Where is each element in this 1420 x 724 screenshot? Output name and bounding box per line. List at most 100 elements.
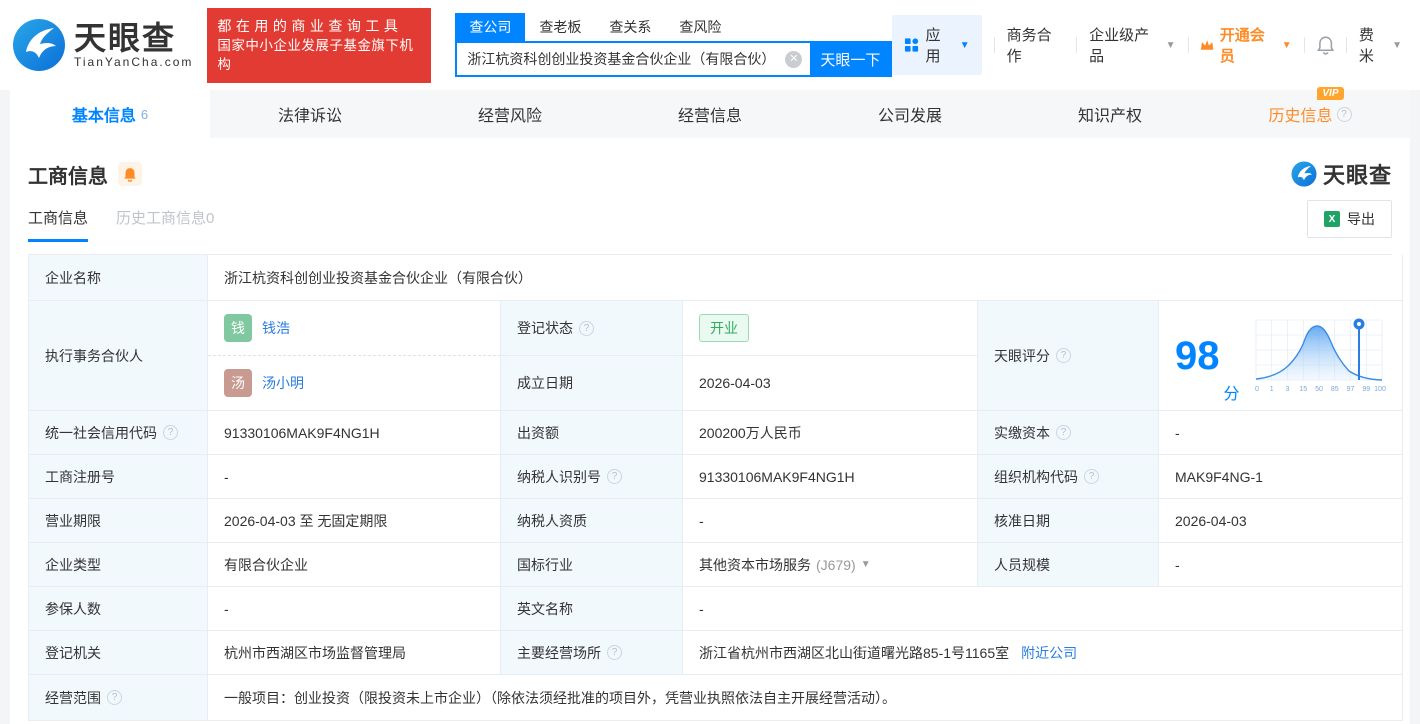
tab-legal-litigation[interactable]: 法律诉讼 — [210, 90, 410, 138]
tab-basic-info[interactable]: 基本信息 6 — [10, 90, 210, 138]
help-icon[interactable]: ? — [107, 690, 122, 705]
value-text: - — [1175, 556, 1180, 573]
label-text: 登记机关 — [45, 644, 101, 661]
nearby-companies-link[interactable]: 附近公司 — [1021, 643, 1077, 663]
score-value: 98 — [1175, 333, 1220, 378]
help-icon[interactable]: ? — [1336, 106, 1352, 122]
field-value-company-name: 浙江杭资科创创业投资基金合伙企业（有限合伙） — [208, 255, 1403, 301]
field-label-english-name: 英文名称 — [501, 587, 683, 631]
export-button[interactable]: X 导出 — [1307, 200, 1392, 238]
value-text: 一般项目：创业投资（限投资未上市企业）（除依法须经批准的项目外，凭营业执照依法自… — [224, 689, 896, 706]
search-button[interactable]: 天眼一下 — [810, 43, 891, 75]
business-info-table: 企业名称 浙江杭资科创创业投资基金合伙企业（有限合伙） 执行事务合伙人 钱 钱浩… — [28, 254, 1403, 721]
tab-intellectual-property[interactable]: 知识产权 — [1010, 90, 1210, 138]
chevron-down-icon[interactable]: ▼ — [861, 559, 871, 570]
field-value-approval-date: 2026-04-03 — [1159, 499, 1403, 543]
tab-label: 历史信息 — [1268, 108, 1333, 125]
tab-label: 经营风险 — [477, 108, 542, 125]
apps-menu[interactable]: 应用 ▼ — [892, 15, 982, 75]
nav-divider — [1345, 37, 1347, 53]
value-text: 浙江杭资科创创业投资基金合伙企业（有限合伙） — [224, 269, 532, 286]
field-label-establish-date: 成立日期 — [501, 356, 683, 411]
label-text: 英文名称 — [517, 600, 573, 617]
tianyancha-logo[interactable]: 天眼查 TianYanCha.com — [12, 18, 193, 72]
field-value-taxpayer-id: 91330106MAK9F4NG1H — [683, 455, 978, 499]
value-text: 其他资本市场服务 — [699, 556, 811, 573]
tianyancha-eye-icon — [13, 19, 65, 71]
tab-label: 法律诉讼 — [277, 108, 342, 125]
subtab-history-business-info[interactable]: 历史工商信息0 — [116, 207, 214, 242]
help-icon[interactable]: ? — [579, 320, 594, 336]
field-label-tyc-score: 天眼评分 ? — [978, 301, 1159, 411]
search-tab-company[interactable]: 查公司 — [455, 13, 526, 41]
value-text: 91330106MAK9F4NG1H — [699, 468, 855, 485]
chevron-down-icon: ▼ — [1392, 39, 1402, 51]
partner-row: 钱 钱浩 — [208, 301, 501, 356]
field-value-insured-count: - — [208, 587, 501, 631]
nav-user-menu[interactable]: 费米 ▼ — [1359, 24, 1402, 66]
monitor-bell-button[interactable] — [118, 162, 142, 186]
tab-label: 公司发展 — [877, 108, 942, 125]
company-tabbar: 基本信息 6 法律诉讼 经营风险 经营信息 公司发展 知识产权 历史信息 ? V… — [10, 87, 1410, 138]
partner-link[interactable]: 钱浩 — [262, 318, 290, 338]
field-label-capital: 出资额 — [501, 411, 683, 455]
field-value-industry[interactable]: 其他资本市场服务 (J679) ▼ — [683, 543, 978, 587]
value-text: MAK9F4NG-1 — [1175, 468, 1263, 485]
business-info-card: 工商信息 天眼查 工商信息 历史工商信息0 X 导出 企业名称 浙江杭资科创创业… — [10, 138, 1410, 724]
notification-bell-icon[interactable] — [1316, 35, 1334, 55]
username: 费米 — [1358, 27, 1374, 65]
value-text: 91330106MAK9F4NG1H — [224, 424, 380, 441]
label-text: 企业名称 — [45, 269, 101, 286]
tab-company-development[interactable]: 公司发展 — [810, 90, 1010, 138]
status-badge: 开业 — [699, 314, 749, 342]
help-icon[interactable]: ? — [1056, 425, 1071, 440]
top-header: 天眼查 TianYanCha.com 都在用的商业查询工具 国家中小企业发展子基… — [0, 0, 1420, 90]
tyc-score-cell[interactable]: 98 分 0 1 3 15 50 85 97 99 100 — [1159, 301, 1403, 411]
tab-operational-risk[interactable]: 经营风险 — [410, 90, 610, 138]
value-text: 2026-04-03 至 无固定期限 — [224, 512, 388, 529]
help-icon[interactable]: ? — [1084, 469, 1099, 484]
orange-bell-icon — [124, 167, 136, 182]
search-tab-boss[interactable]: 查老板 — [525, 13, 595, 41]
field-value-org-code: MAK9F4NG-1 — [1159, 455, 1403, 499]
tab-label: 经营信息 — [677, 108, 742, 125]
score-axis-labels: 0 1 3 15 50 85 97 99 100 — [1255, 386, 1386, 393]
search-tab-risk[interactable]: 查风险 — [665, 13, 735, 41]
search-box: ✕ 天眼一下 — [455, 41, 893, 77]
value-text: - — [699, 600, 704, 617]
svg-text:99: 99 — [1362, 386, 1370, 393]
help-icon[interactable]: ? — [1056, 348, 1071, 363]
label-text: 营业期限 — [45, 512, 101, 529]
value-text: - — [224, 600, 229, 617]
avatar[interactable]: 钱 — [224, 314, 252, 342]
search-tab-relation[interactable]: 查关系 — [595, 13, 665, 41]
label-text: 出资额 — [517, 424, 559, 441]
subtab-business-info[interactable]: 工商信息 — [28, 207, 89, 242]
logo-domain-text: TianYanCha.com — [74, 55, 194, 69]
field-value-business-term: 2026-04-03 至 无固定期限 — [208, 499, 501, 543]
value-text: 2026-04-03 — [699, 375, 771, 391]
field-value-paid-capital: - — [1159, 411, 1403, 455]
score-unit: 分 — [1223, 386, 1240, 403]
help-icon[interactable]: ? — [163, 425, 178, 440]
help-icon[interactable]: ? — [607, 645, 622, 660]
clear-icon[interactable]: ✕ — [785, 50, 803, 68]
field-label-reg-authority: 登记机关 — [29, 631, 208, 675]
tab-history-info[interactable]: 历史信息 ? VIP — [1210, 87, 1410, 138]
field-value-capital: 200200万人民币 — [683, 411, 978, 455]
help-icon[interactable]: ? — [607, 469, 622, 484]
search-input[interactable] — [457, 43, 786, 75]
field-label-org-code: 组织机构代码 ? — [978, 455, 1159, 499]
tab-business-info[interactable]: 经营信息 — [610, 90, 810, 138]
nav-business-cooperation[interactable]: 商务合作 — [1007, 24, 1065, 66]
avatar[interactable]: 汤 — [224, 369, 252, 397]
field-label-business-scope: 经营范围 ? — [29, 675, 208, 721]
excel-icon: X — [1324, 211, 1340, 227]
nav-open-vip[interactable]: 开通会员 ▼ — [1200, 24, 1292, 66]
nav-enterprise-products[interactable]: 企业级产品 ▼ — [1089, 24, 1175, 66]
field-label-insured-count: 参保人数 — [29, 587, 208, 631]
partner-link[interactable]: 汤小明 — [262, 373, 304, 393]
logo-brand-text: 天眼查 — [74, 20, 177, 56]
field-value-reg-status: 开业 — [683, 301, 978, 356]
label-text: 参保人数 — [45, 600, 101, 617]
